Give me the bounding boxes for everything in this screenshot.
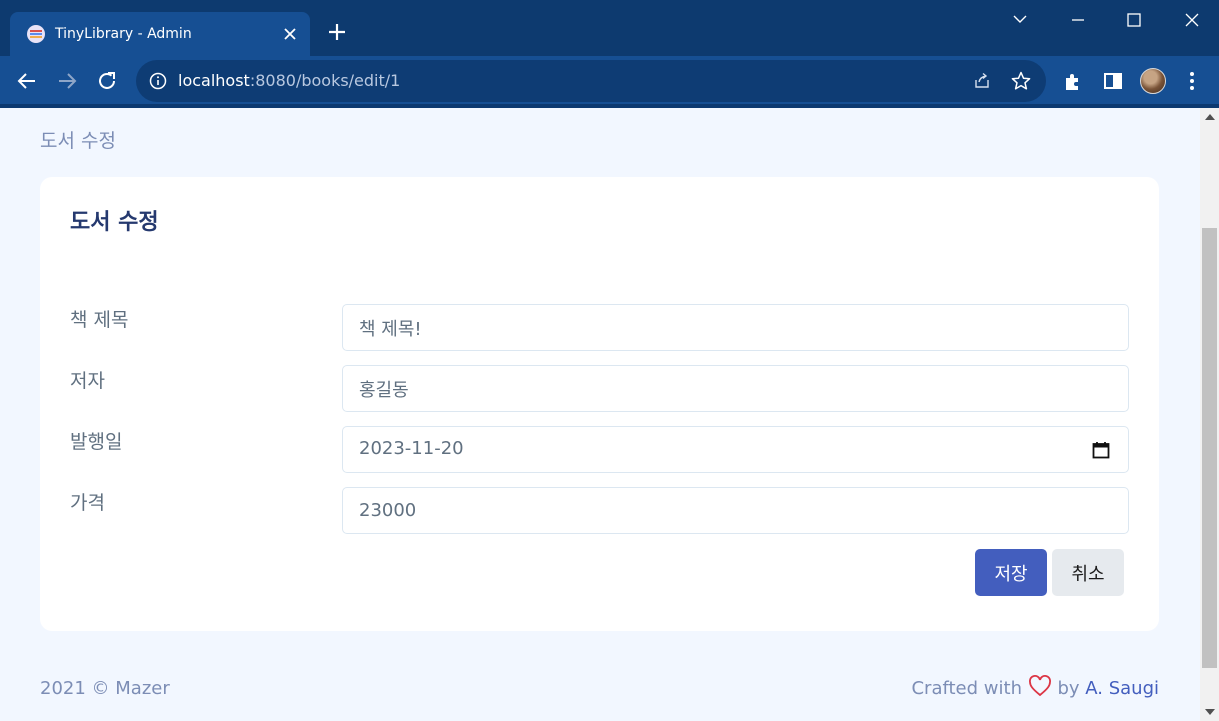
reload-icon[interactable] bbox=[95, 69, 119, 93]
url-host: localhost bbox=[178, 71, 250, 90]
cancel-button[interactable]: 취소 bbox=[1052, 549, 1124, 596]
back-arrow-icon[interactable] bbox=[15, 69, 39, 93]
page-scrollbar[interactable] bbox=[1200, 108, 1219, 721]
price-input[interactable] bbox=[342, 487, 1129, 534]
scroll-down-arrow-icon[interactable] bbox=[1205, 709, 1215, 715]
avatar[interactable] bbox=[1140, 68, 1166, 94]
share-icon[interactable] bbox=[972, 71, 992, 91]
scroll-thumb[interactable] bbox=[1202, 228, 1217, 668]
page-content: 도서 수정 도서 수정 책 제목 저자 발행일 2023-11-20 가격 저장… bbox=[0, 108, 1200, 721]
edit-book-card: 도서 수정 책 제목 저자 발행일 2023-11-20 가격 저장 취소 bbox=[40, 177, 1159, 631]
plus-icon[interactable] bbox=[325, 20, 349, 44]
calendar-icon[interactable] bbox=[1091, 440, 1111, 460]
author-input[interactable] bbox=[342, 365, 1129, 412]
footer-copyright: 2021 © Mazer bbox=[40, 678, 170, 699]
scroll-up-arrow-icon[interactable] bbox=[1205, 114, 1215, 120]
page-subtitle: 도서 수정 bbox=[40, 130, 116, 152]
footer-credits: Crafted with by A. Saugi bbox=[911, 675, 1159, 699]
published-date-label: 발행일 bbox=[70, 431, 123, 453]
kebab-menu-icon[interactable] bbox=[1180, 69, 1204, 93]
footer-by-text: by bbox=[1057, 678, 1080, 699]
card-title: 도서 수정 bbox=[70, 210, 159, 235]
browser-titlebar: TinyLibrary - Admin bbox=[0, 0, 1219, 56]
minimize-icon[interactable] bbox=[1058, 6, 1098, 34]
save-button[interactable]: 저장 bbox=[975, 549, 1047, 596]
footer-crafted-text: Crafted with bbox=[911, 678, 1022, 699]
title-input[interactable] bbox=[342, 304, 1129, 351]
side-panel-icon[interactable] bbox=[1101, 69, 1125, 93]
star-icon[interactable] bbox=[1010, 70, 1032, 92]
url-text[interactable]: localhost:8080/books/edit/1 bbox=[178, 71, 400, 91]
favicon bbox=[27, 25, 45, 43]
browser-toolbar: localhost:8080/books/edit/1 bbox=[0, 56, 1219, 106]
title-label: 책 제목 bbox=[70, 309, 129, 331]
author-link[interactable]: A. Saugi bbox=[1085, 678, 1159, 699]
info-icon[interactable] bbox=[148, 71, 168, 91]
browser-tab[interactable]: TinyLibrary - Admin bbox=[10, 12, 310, 56]
author-label: 저자 bbox=[70, 370, 105, 392]
close-icon[interactable] bbox=[280, 24, 300, 44]
published-date-input[interactable]: 2023-11-20 bbox=[342, 426, 1129, 473]
heart-icon bbox=[1028, 675, 1051, 697]
chevron-down-icon[interactable] bbox=[1000, 6, 1040, 34]
address-bar[interactable]: localhost:8080/books/edit/1 bbox=[136, 60, 1046, 102]
url-path: :8080/books/edit/1 bbox=[249, 71, 401, 90]
price-label: 가격 bbox=[70, 492, 105, 514]
extensions-icon[interactable] bbox=[1061, 69, 1085, 93]
tab-title: TinyLibrary - Admin bbox=[55, 26, 192, 42]
forward-arrow-icon[interactable] bbox=[55, 69, 79, 93]
published-date-value: 2023-11-20 bbox=[359, 438, 464, 459]
maximize-icon[interactable] bbox=[1114, 6, 1154, 34]
close-window-icon[interactable] bbox=[1172, 6, 1212, 34]
